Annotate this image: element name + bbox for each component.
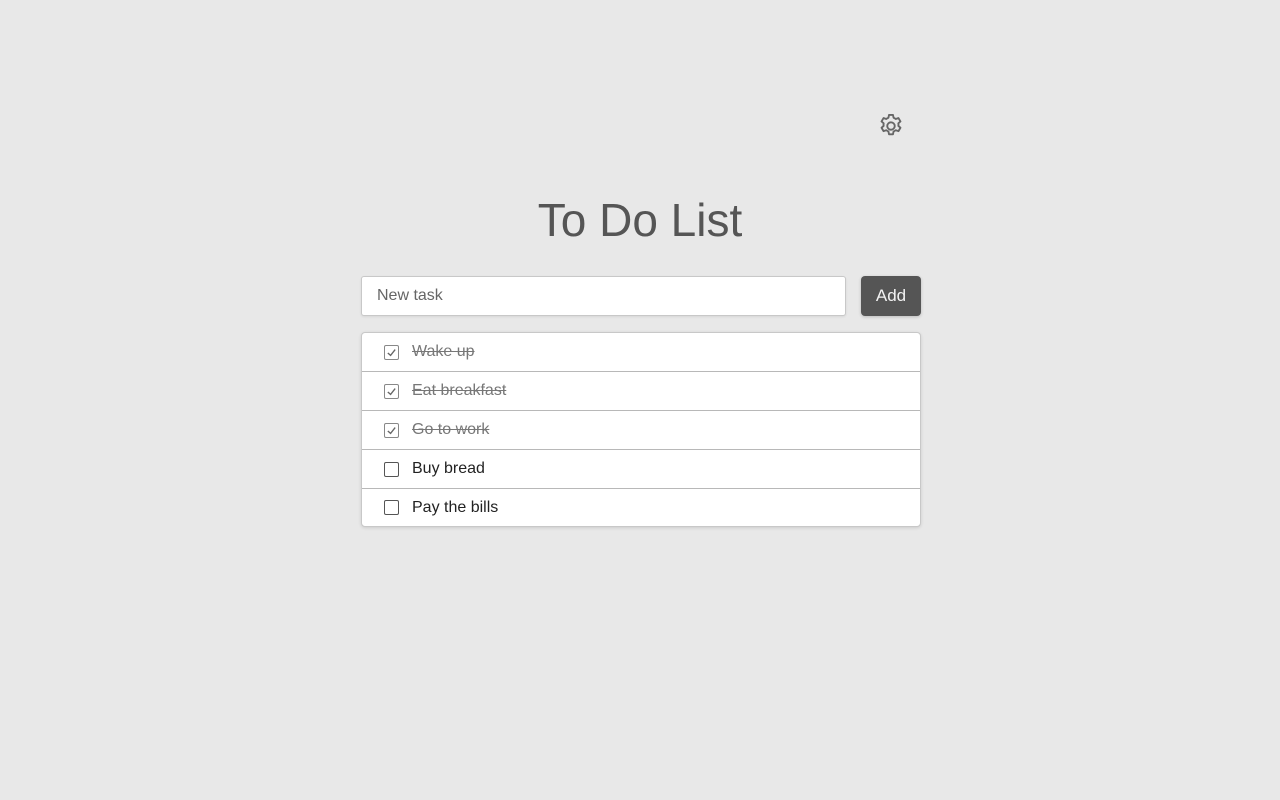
task-label: Pay the bills	[412, 498, 499, 516]
task-checkbox[interactable]	[384, 383, 399, 399]
check-icon	[387, 387, 396, 395]
task-label: Wake up	[412, 343, 475, 360]
page-title: To Do List	[537, 194, 743, 246]
new-task-form: Add	[361, 276, 921, 316]
check-icon	[387, 348, 396, 356]
task-checkbox[interactable]	[384, 461, 399, 477]
new-task-input[interactable]	[361, 276, 846, 316]
task-label: Eat breakfast	[412, 382, 507, 399]
task-item[interactable]: Pay the bills	[362, 489, 920, 526]
task-checkbox[interactable]	[384, 422, 399, 438]
check-icon	[387, 426, 396, 434]
add-button[interactable]: Add	[861, 276, 921, 316]
task-checkbox[interactable]	[384, 344, 399, 360]
task-list: Wake up Eat breakfast Go to work Buy bre…	[361, 332, 921, 527]
todo-app: To Do List Add Wake up Eat breakfast Go …	[0, 0, 1280, 800]
task-item[interactable]: Go to work	[362, 411, 920, 450]
task-label: Go to work	[412, 421, 490, 438]
gear-icon	[877, 112, 905, 145]
task-checkbox[interactable]	[384, 500, 399, 515]
task-item[interactable]: Eat breakfast	[362, 372, 920, 411]
task-item[interactable]: Buy bread	[362, 450, 920, 489]
task-label: Buy bread	[412, 460, 485, 477]
task-item[interactable]: Wake up	[362, 333, 920, 372]
settings-button[interactable]	[876, 113, 906, 143]
